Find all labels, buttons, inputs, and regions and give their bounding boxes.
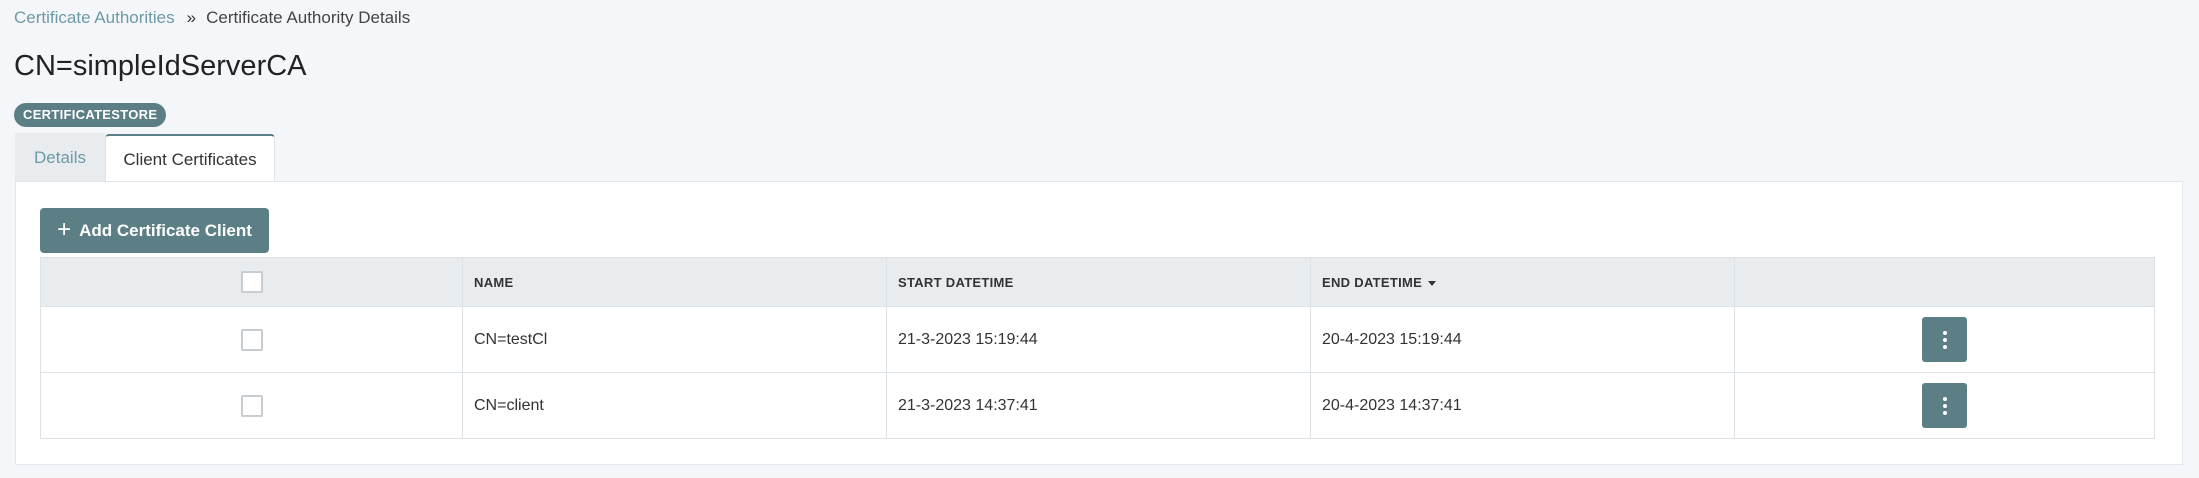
add-certificate-client-label: Add Certificate Client	[79, 220, 252, 240]
row-actions-button[interactable]	[1922, 383, 1967, 428]
column-header-name[interactable]: NAME	[462, 257, 887, 307]
tab-details[interactable]: Details	[15, 133, 105, 182]
row-checkbox[interactable]	[240, 328, 263, 351]
cell-end-datetime: 20-4-2023 15:19:44	[1310, 306, 1735, 373]
cell-name: CN=client	[462, 372, 887, 439]
cell-name: CN=testCl	[462, 306, 887, 373]
plus-icon: +	[57, 215, 72, 243]
client-certificates-panel: + Add Certificate Client NAME START DATE…	[15, 181, 2183, 465]
row-actions-button[interactable]	[1922, 317, 1967, 362]
add-certificate-client-button[interactable]: + Add Certificate Client	[40, 208, 269, 253]
page-title: CN=simpleIdServerCA	[14, 50, 307, 82]
certificate-store-badge: CERTIFICATESTORE	[14, 103, 167, 127]
breadcrumb-current: Certificate Authority Details	[206, 8, 411, 27]
column-header-start-datetime[interactable]: START DATETIME	[886, 257, 1311, 307]
sort-descending-icon	[1428, 280, 1437, 286]
breadcrumb: Certificate Authorities » Certificate Au…	[14, 8, 410, 28]
breadcrumb-link-certificate-authorities[interactable]: Certificate Authorities	[14, 8, 175, 28]
more-vertical-icon	[1942, 330, 1947, 349]
cell-start-datetime: 21-3-2023 14:37:41	[886, 372, 1311, 439]
row-checkbox[interactable]	[240, 394, 263, 417]
row-select-cell	[40, 372, 463, 439]
tab-client-certificates[interactable]: Client Certificates	[105, 134, 275, 183]
cell-end-datetime: 20-4-2023 14:37:41	[1310, 372, 1735, 439]
column-header-actions	[1734, 257, 2155, 307]
table-row: CN=client 21-3-2023 14:37:41 20-4-2023 1…	[40, 372, 2155, 439]
column-header-end-datetime-label: END DATETIME	[1322, 274, 1423, 290]
select-all-header	[40, 257, 463, 307]
more-vertical-icon	[1942, 396, 1947, 415]
column-header-end-datetime[interactable]: END DATETIME	[1310, 257, 1735, 307]
select-all-checkbox[interactable]	[240, 271, 263, 293]
cell-start-datetime: 21-3-2023 15:19:44	[886, 306, 1311, 373]
table-row: CN=testCl 21-3-2023 15:19:44 20-4-2023 1…	[40, 306, 2155, 373]
breadcrumb-separator: »	[186, 8, 197, 27]
client-certificates-table: NAME START DATETIME END DATETIME CN=test…	[40, 257, 2155, 439]
row-actions-cell	[1734, 372, 2155, 439]
row-actions-cell	[1734, 306, 2155, 373]
tab-bar: Details Client Certificates	[15, 133, 275, 183]
table-header-row: NAME START DATETIME END DATETIME	[40, 257, 2155, 307]
row-select-cell	[40, 306, 463, 373]
